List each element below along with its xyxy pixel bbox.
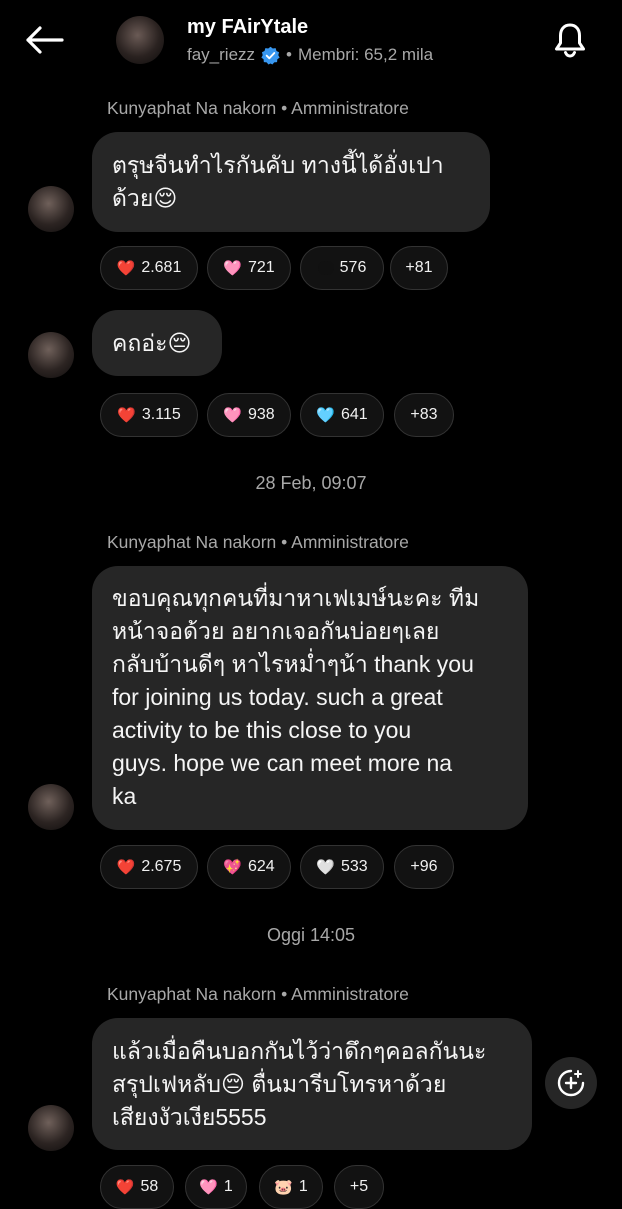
bell-icon: [555, 23, 585, 58]
sender-avatar[interactable]: [28, 1105, 74, 1151]
message-line: คถอ่ะ😔: [112, 330, 192, 356]
light-blue-heart-icon: 🩵: [316, 406, 335, 424]
red-heart-icon: ❤️: [116, 259, 136, 277]
reaction-count: 641: [340, 406, 368, 423]
reaction-count: 2.675: [141, 858, 182, 875]
heart-icon: [317, 261, 334, 275]
arrow-left-icon: [26, 26, 64, 54]
separator-dot: •: [286, 45, 292, 64]
message-line: ตรุษจีนทำไรกันคับ ทางนี้ได้อั่งเปา: [112, 152, 444, 178]
message-line: ขอบคุณทุกคนที่มาหาเฟเมษ์นะคะ ทีม: [112, 585, 480, 611]
message-bubble[interactable]: คถอ่ะ😔: [92, 310, 222, 376]
message-line: เสียงงัวเงีย5555: [112, 1104, 267, 1130]
reaction-count: 58: [140, 1178, 159, 1195]
back-button[interactable]: [22, 22, 66, 58]
reaction-chip[interactable]: 🐷 1: [259, 1165, 323, 1209]
message-line: หน้าจอด้วย อยากเจอกันบ่อยๆเลย: [112, 618, 440, 644]
red-heart-icon: ❤️: [116, 858, 136, 876]
reaction-count: +5: [349, 1178, 369, 1195]
message-line: ka: [112, 783, 137, 809]
message-bubble[interactable]: ขอบคุณทุกคนที่มาหาเฟเมษ์นะคะ ทีม หน้าจอด…: [92, 566, 528, 830]
reaction-count: 938: [247, 406, 275, 423]
sender-label: Kunyaphat Na nakorn • Amministratore: [107, 98, 409, 118]
message-line: กลับบ้านดีๆ หาไรหม่ำๆน้า thank you: [112, 651, 474, 677]
reaction-chip[interactable]: ❤️ 2.681: [100, 246, 198, 290]
message-bubble[interactable]: ตรุษจีนทำไรกันคับ ทางนี้ได้อั่งเปา ด้วย😌: [92, 132, 490, 232]
reaction-chip[interactable]: 🩷 1: [185, 1165, 247, 1209]
reaction-count: 1: [223, 1178, 233, 1195]
message-line: guys. hope we can meet more na: [112, 750, 453, 776]
reaction-count: 3.115: [141, 406, 181, 423]
pink-heart-icon: 🩷: [223, 406, 242, 424]
reaction-count: 624: [247, 858, 275, 875]
message-bubble[interactable]: แล้วเมื่อคืนบอกกันไว้ว่าดึกๆคอลกันนะ สรุ…: [92, 1018, 532, 1150]
message-line: ด้วย😌: [112, 185, 178, 211]
reaction-count: 533: [340, 858, 368, 875]
add-reaction-icon: [557, 1069, 585, 1097]
notifications-button[interactable]: [548, 18, 592, 62]
reaction-chip[interactable]: 💖 624: [207, 845, 291, 889]
more-reactions-chip[interactable]: +83: [394, 393, 454, 437]
channel-avatar[interactable]: [116, 16, 164, 64]
message-line: activity to be this close to you: [112, 717, 412, 743]
reaction-count: 2.681: [141, 259, 182, 276]
channel-title[interactable]: my FAirYtale: [187, 16, 308, 39]
timestamp-divider: Oggi 14:05: [266, 925, 356, 945]
sparkling-heart-icon: 💖: [223, 858, 242, 876]
verified-badge-icon: [261, 46, 280, 65]
sender-avatar[interactable]: [28, 784, 74, 830]
reaction-chip[interactable]: 576: [300, 246, 384, 290]
message-line: for joining us today. such a great: [112, 684, 443, 710]
reaction-count: 721: [247, 259, 275, 276]
message-line: แล้วเมื่อคืนบอกกันไว้ว่าดึกๆคอลกันนะ: [112, 1038, 487, 1064]
reaction-chip[interactable]: ❤️ 3.115: [100, 393, 198, 437]
more-reactions-chip[interactable]: +5: [334, 1165, 384, 1209]
reaction-chip[interactable]: ❤️ 2.675: [100, 845, 198, 889]
channel-subtitle: fay_riezz • Membri: 65,2 mila: [187, 45, 433, 65]
reaction-count: +83: [410, 406, 438, 423]
reaction-count: 576: [339, 259, 367, 276]
reaction-chip[interactable]: 🩷 938: [207, 393, 291, 437]
reaction-chip[interactable]: 🤍 533: [300, 845, 384, 889]
more-reactions-chip[interactable]: +81: [390, 246, 448, 290]
reaction-chip[interactable]: ❤️ 58: [100, 1165, 174, 1209]
sender-label: Kunyaphat Na nakorn • Amministratore: [107, 984, 409, 1004]
reaction-count: 1: [298, 1178, 308, 1195]
timestamp-divider: 28 Feb, 09:07: [255, 473, 367, 493]
pig-nose-icon: 🐷: [274, 1178, 293, 1196]
reaction-count: +96: [410, 858, 438, 875]
sender-avatar[interactable]: [28, 186, 74, 232]
pink-heart-icon: 🩷: [199, 1178, 218, 1196]
add-reaction-button[interactable]: [545, 1057, 597, 1109]
more-reactions-chip[interactable]: +96: [394, 845, 454, 889]
reaction-count: +81: [405, 259, 433, 276]
reaction-chip[interactable]: 🩷 721: [207, 246, 291, 290]
sender-label: Kunyaphat Na nakorn • Amministratore: [107, 532, 409, 552]
message-line: สรุปเฟหลับ😔 ตื่นมารีบโทรหาด้วย: [112, 1071, 447, 1097]
red-heart-icon: ❤️: [117, 406, 136, 424]
sender-avatar[interactable]: [28, 332, 74, 378]
members-count: Membri: 65,2 mila: [297, 45, 434, 64]
red-heart-icon: ❤️: [115, 1178, 135, 1196]
pink-heart-icon: 🩷: [223, 259, 242, 277]
channel-username[interactable]: fay_riezz: [187, 45, 255, 65]
reaction-chip[interactable]: 🩵 641: [300, 393, 384, 437]
white-heart-icon: 🤍: [316, 858, 335, 876]
